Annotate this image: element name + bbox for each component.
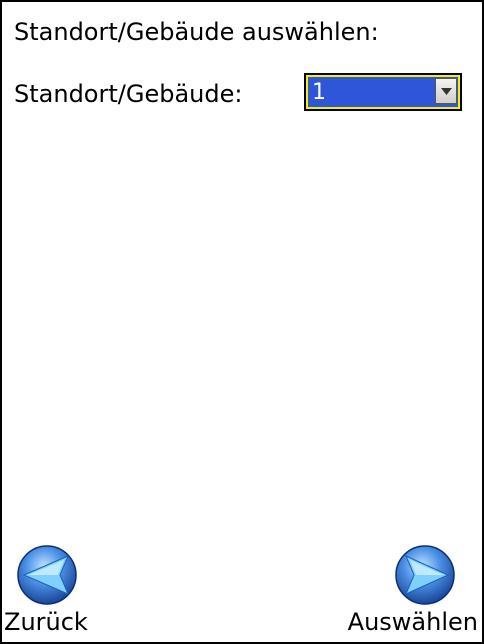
- right-arrow-orb-icon: [395, 545, 455, 605]
- location-select-field[interactable]: 1: [308, 77, 458, 107]
- chevron-down-icon: [441, 88, 452, 95]
- page-title: Standort/Gebäude auswählen:: [14, 18, 379, 46]
- location-label: Standort/Gebäude:: [14, 80, 243, 108]
- select-label: Auswählen: [347, 608, 478, 636]
- select-button[interactable]: Auswählen: [348, 544, 478, 636]
- back-button[interactable]: Zurück: [4, 544, 88, 636]
- left-arrow-orb-icon: [17, 545, 77, 605]
- screen: Standort/Gebäude auswählen: Standort/Geb…: [0, 0, 484, 644]
- location-select-value: 1: [312, 80, 326, 105]
- back-label: Zurück: [4, 608, 88, 636]
- dropdown-button[interactable]: [435, 78, 457, 104]
- location-select[interactable]: 1: [304, 73, 462, 111]
